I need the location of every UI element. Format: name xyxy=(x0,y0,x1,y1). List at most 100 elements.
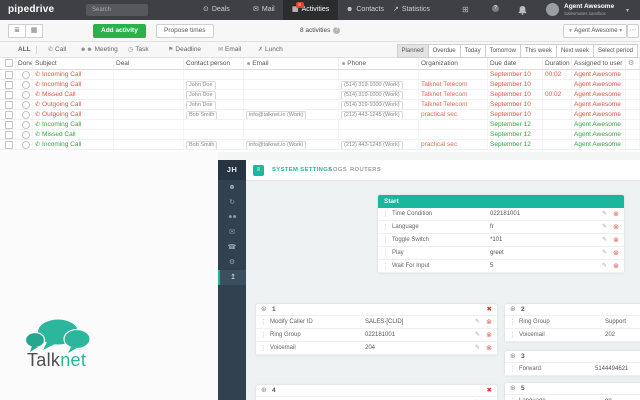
flow-step-row[interactable]: ⋮ Ring Group Support xyxy=(505,316,640,329)
subject-link[interactable]: Outgoing Call xyxy=(42,101,81,108)
sidebar-user-initials[interactable]: JH xyxy=(218,160,246,180)
filter-call[interactable]: ✆ Call xyxy=(48,46,66,54)
drag-handle-icon[interactable]: ⋮ xyxy=(382,208,389,221)
delete-icon[interactable]: ⊗ xyxy=(613,247,619,260)
table-row[interactable]: ✆ Outgoing Call Bob Smith info@talknet.io… xyxy=(0,110,640,120)
subject-link[interactable]: Incoming Call xyxy=(42,81,81,88)
table-row[interactable]: ✆ Incoming Call Bob Smith info@talknet.io… xyxy=(0,140,640,150)
more-options-button[interactable]: ⋯ xyxy=(627,24,639,38)
row-checkbox[interactable] xyxy=(0,110,16,119)
table-row[interactable]: ✆ Missed Call John Doe (514) 319-1000 (Wo… xyxy=(0,90,640,100)
flow-step-row[interactable]: ⋮ Ring Group 022181001 ✎ ⊗ xyxy=(256,329,497,342)
flow-step-row[interactable]: ⋮ Modify Caller ID SALES-[CLID] ✎ ⊗ xyxy=(256,316,497,329)
done-toggle[interactable] xyxy=(16,90,33,99)
quick-add-icon[interactable]: ⊞ xyxy=(462,6,469,14)
delete-icon[interactable]: ⊗ xyxy=(613,208,619,221)
email-chip[interactable]: info@talknet.io (Work) xyxy=(246,111,307,119)
done-toggle[interactable] xyxy=(16,110,33,119)
subject-link[interactable]: Incoming Call xyxy=(42,141,81,148)
list-view-toggle[interactable]: ≣ xyxy=(8,24,26,38)
organization-link[interactable]: Talknet Telecom xyxy=(421,81,468,88)
filter-email[interactable]: ✉ Email xyxy=(218,46,241,54)
edit-icon[interactable]: ✎ xyxy=(602,221,607,234)
assigned-user-link[interactable]: Agent Awesome xyxy=(574,121,621,128)
phone-chip[interactable]: (212) 443-1245 (Work) xyxy=(341,141,403,149)
calendar-view-toggle[interactable]: ▦ xyxy=(25,24,43,38)
drag-handle-icon[interactable]: ⋮ xyxy=(382,234,389,247)
edit-icon[interactable]: ✎ xyxy=(475,316,480,329)
tab-select-period[interactable]: Select period xyxy=(592,44,638,58)
tab-today[interactable]: Today xyxy=(459,44,486,58)
subject-link[interactable]: Incoming Call xyxy=(42,71,81,78)
drag-handle-icon[interactable]: ⋮ xyxy=(382,247,389,260)
phone-chip[interactable]: (514) 319-1000 (Work) xyxy=(341,101,403,109)
drag-handle-icon[interactable]: ⋮ xyxy=(509,395,516,400)
contact-chip[interactable]: John Doe xyxy=(186,101,216,109)
assigned-user-link[interactable]: Agent Awesome xyxy=(574,91,621,98)
gear-icon[interactable]: ⚙ xyxy=(218,255,246,270)
assigned-user-link[interactable]: Agent Awesome xyxy=(574,131,621,138)
close-box-icon[interactable]: ✖ xyxy=(487,385,492,397)
table-row[interactable]: ✆ Outgoing Call John Doe (514) 319-1000 (… xyxy=(0,100,640,110)
row-checkbox[interactable] xyxy=(0,70,16,79)
table-row[interactable]: ✆ Missed Call September 12 Agent Awesome xyxy=(0,130,640,140)
contact-chip[interactable]: Bob Smith xyxy=(186,111,218,119)
delete-icon[interactable]: ⊗ xyxy=(486,329,492,342)
row-checkbox[interactable] xyxy=(0,80,16,89)
nav-item-deals[interactable]: ⊙ Deals xyxy=(203,0,230,20)
filter-meeting[interactable]: ☻☻ Meeting xyxy=(80,46,118,54)
flow-step-row[interactable]: ⋮ Language en xyxy=(505,395,640,400)
user-filter-dropdown[interactable]: ▼ Agent Awesome ▾ xyxy=(563,24,628,38)
done-toggle[interactable] xyxy=(16,100,33,109)
header-assigned-to-user[interactable]: Assigned to user xyxy=(572,58,626,69)
phone-chip[interactable]: (212) 443-1245 (Work) xyxy=(341,111,403,119)
nav-item-statistics[interactable]: ↗ Statistics xyxy=(393,0,430,20)
count-help-icon[interactable]: ? xyxy=(333,27,341,34)
header-done[interactable]: Done xyxy=(16,58,33,69)
help-icon[interactable]: ? xyxy=(492,5,499,13)
assigned-user-link[interactable]: Agent Awesome xyxy=(574,141,621,148)
propose-times-button[interactable]: Propose times xyxy=(156,24,214,38)
flow-step-row[interactable]: ⋮ Voicemail 204 ✎ ⊗ xyxy=(256,342,497,355)
row-checkbox[interactable] xyxy=(0,90,16,99)
nav-item-contacts[interactable]: ☻ Contacts xyxy=(346,0,384,20)
filter-deadline[interactable]: ⚑ Deadline xyxy=(168,46,201,54)
drag-handle-icon[interactable]: ⋮ xyxy=(509,363,516,376)
phone-chip[interactable]: (514) 319-1000 (Work) xyxy=(341,91,403,99)
subject-link[interactable]: Missed Call xyxy=(42,91,76,98)
flow-step-row[interactable]: ⋮ Play greet ✎ ⊗ xyxy=(378,247,624,260)
assigned-user-link[interactable]: Agent Awesome xyxy=(574,71,621,78)
delete-icon[interactable]: ⊗ xyxy=(613,221,619,234)
assigned-user-link[interactable]: Agent Awesome xyxy=(574,111,621,118)
phone-chip[interactable]: (514) 319-1000 (Work) xyxy=(341,81,403,89)
tab-overdue[interactable]: Overdue xyxy=(427,44,461,58)
table-row[interactable]: ✆ Incoming Call John Doe (514) 319-1000 (… xyxy=(0,80,640,90)
table-row[interactable]: ✆ Incoming Call September 12 Agent Awesom… xyxy=(0,120,640,130)
done-toggle[interactable] xyxy=(16,120,33,129)
filter-task[interactable]: ◷ Task xyxy=(128,46,149,54)
drag-handle-icon[interactable]: ⋮ xyxy=(260,316,267,329)
drag-handle-icon[interactable]: ⋮ xyxy=(509,329,516,342)
flow-step-row[interactable]: ⋮ Time Condition 022181001 ✎ ⊗ xyxy=(378,208,624,221)
organization-link[interactable]: Talknet Telecom xyxy=(421,101,468,108)
header-deal[interactable]: Deal xyxy=(114,58,184,69)
contact-chip[interactable]: John Doe xyxy=(186,91,216,99)
delete-icon[interactable]: ⊗ xyxy=(613,234,619,247)
user-menu-chevron-icon[interactable]: ▾ xyxy=(626,7,629,14)
team-icon[interactable]: ☻☻ xyxy=(218,210,246,225)
edit-icon[interactable]: ✎ xyxy=(602,260,607,273)
upload-icon[interactable]: ↥ xyxy=(218,270,246,285)
nav-item-activities[interactable]: ▦ 8 Activities xyxy=(283,0,339,20)
phone-icon[interactable]: ☎ xyxy=(218,240,246,255)
refresh-icon[interactable]: ↻ xyxy=(218,195,246,210)
organization-link[interactable]: practical sec xyxy=(421,141,457,148)
edit-icon[interactable]: ✎ xyxy=(475,329,480,342)
tab-this-week[interactable]: This week xyxy=(519,44,557,58)
contact-chip[interactable]: John Doe xyxy=(186,81,216,89)
tab-routers[interactable]: ROUTERS xyxy=(350,167,381,173)
done-toggle[interactable] xyxy=(16,80,33,89)
add-activity-button[interactable]: Add activity xyxy=(93,24,146,38)
user-avatar[interactable] xyxy=(546,3,559,16)
notifications-bell-icon[interactable] xyxy=(518,5,527,17)
header-duration[interactable]: Duration xyxy=(543,58,572,69)
